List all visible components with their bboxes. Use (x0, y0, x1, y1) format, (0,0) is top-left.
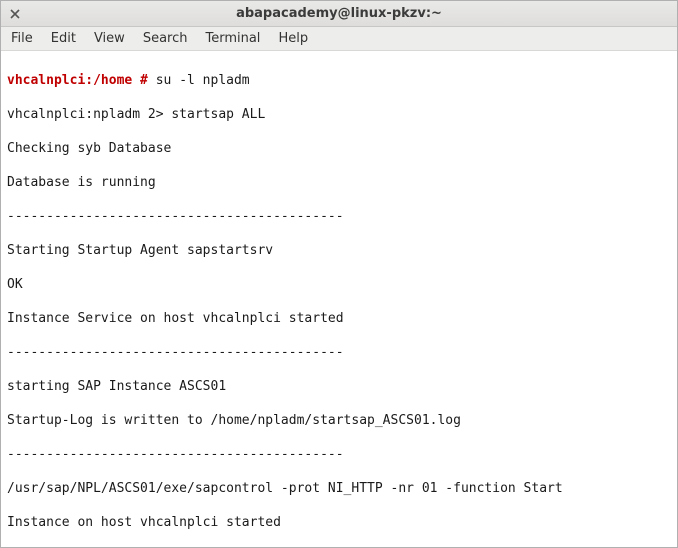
prompt-host: vhcalnplci:/home # (7, 73, 148, 88)
terminal-line: Checking syb Database (7, 140, 671, 157)
menubar: File Edit View Search Terminal Help (1, 27, 677, 51)
command-text: su -l npladm (148, 73, 250, 88)
terminal-line: Startup-Log is written to /home/npladm/s… (7, 412, 671, 429)
close-icon[interactable] (7, 6, 23, 22)
terminal-line: OK (7, 276, 671, 293)
terminal-window: abapacademy@linux-pkzv:~ File Edit View … (0, 0, 678, 548)
terminal-line: ----------------------------------------… (7, 208, 671, 225)
terminal-line: Starting Startup Agent sapstartsrv (7, 242, 671, 259)
menu-view[interactable]: View (94, 31, 125, 46)
terminal-line: vhcalnplci:npladm 2> startsap ALL (7, 106, 671, 123)
titlebar: abapacademy@linux-pkzv:~ (1, 1, 677, 27)
terminal-area[interactable]: vhcalnplci:/home # su -l npladm vhcalnpl… (1, 51, 677, 547)
menu-search[interactable]: Search (143, 31, 188, 46)
menu-terminal[interactable]: Terminal (205, 31, 260, 46)
terminal-line: starting SAP Instance ASCS01 (7, 378, 671, 395)
menu-edit[interactable]: Edit (51, 31, 76, 46)
terminal-line: vhcalnplci:/home # su -l npladm (7, 72, 671, 89)
terminal-line: Database is running (7, 174, 671, 191)
terminal-line: Instance on host vhcalnplci started (7, 514, 671, 531)
window-title: abapacademy@linux-pkzv:~ (236, 6, 442, 21)
terminal-line: Instance Service on host vhcalnplci star… (7, 310, 671, 327)
terminal-line: ----------------------------------------… (7, 446, 671, 463)
terminal-line: ----------------------------------------… (7, 344, 671, 361)
terminal-line: /usr/sap/NPL/ASCS01/exe/sapcontrol -prot… (7, 480, 671, 497)
menu-file[interactable]: File (11, 31, 33, 46)
menu-help[interactable]: Help (278, 31, 308, 46)
